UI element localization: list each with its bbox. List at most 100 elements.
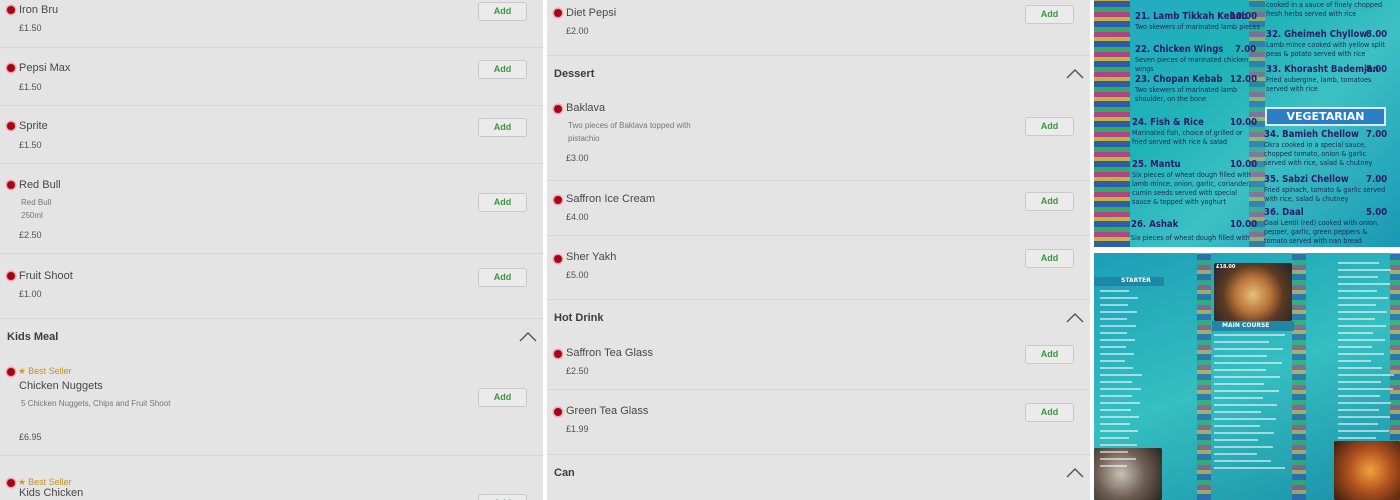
- decorative-border: [1292, 253, 1306, 500]
- chevron-up-icon[interactable]: [1066, 467, 1084, 479]
- menu-item: Sprite £1.50 Add: [0, 106, 543, 164]
- menu-entry-price: 7.00: [1366, 174, 1388, 185]
- add-button[interactable]: Add: [1025, 403, 1074, 422]
- item-price: £6.95: [19, 432, 42, 442]
- menu-text-line: [1100, 367, 1134, 369]
- menu-text-line: [1100, 290, 1130, 292]
- section-title: Dessert: [554, 68, 595, 80]
- menu-text-line: [1214, 453, 1257, 455]
- menu-text-line: [1100, 444, 1138, 446]
- item-name: Pepsi Max: [19, 62, 71, 74]
- item-price: £3.00: [566, 153, 589, 163]
- menu-text-line: [1214, 439, 1259, 441]
- menu-entry-title: 34. Bamieh Chellow: [1264, 129, 1359, 140]
- section-header-kids-meal[interactable]: Kids Meal: [0, 319, 543, 355]
- chevron-up-icon[interactable]: [1066, 68, 1084, 80]
- menu-text-line: [1100, 318, 1128, 320]
- add-button[interactable]: Add: [478, 494, 527, 500]
- menu-text-line: [1338, 395, 1380, 397]
- menu-entry-desc: Lamb mince cooked with yellow split peas…: [1266, 40, 1385, 58]
- menu-text-line: [1214, 369, 1266, 371]
- add-button[interactable]: Add: [1025, 117, 1074, 136]
- item-name: Iron Bru: [19, 4, 59, 16]
- menu-text-line: [1338, 297, 1389, 299]
- menu-item: Diet Pepsi £2.00 Add: [547, 0, 1090, 56]
- menu-text-line: [1338, 318, 1375, 320]
- menu-entry-title: 35. Sabzi Chellow: [1264, 174, 1349, 185]
- add-button[interactable]: Add: [478, 268, 527, 287]
- menu-entry-title: 22. Chicken Wings: [1135, 44, 1224, 55]
- menu-entry-title: 32. Gheimeh Chyllow: [1266, 29, 1368, 40]
- menu-text-line: [1214, 355, 1268, 357]
- section-header-can[interactable]: Can: [547, 455, 1090, 491]
- item-price: £1.99: [566, 424, 589, 434]
- menu-text-line: [1100, 402, 1141, 404]
- menu-text-line: [1100, 430, 1139, 432]
- menu-text-line: [1214, 460, 1271, 462]
- add-button[interactable]: Add: [478, 60, 527, 79]
- menu-text-line: [1100, 332, 1127, 334]
- menu-entry-price: 10.00: [1230, 219, 1258, 230]
- item-name: Diet Pepsi: [566, 7, 617, 19]
- menu-desc: cooked in a sauce of finely chopped fres…: [1266, 0, 1383, 18]
- add-button[interactable]: Add: [478, 2, 527, 21]
- menu-entry-desc: Daal Lentil (red) cooked with onion, pep…: [1264, 218, 1379, 245]
- menu-entry-title: 24. Fish & Rice: [1132, 117, 1204, 128]
- item-name: Saffron Ice Cream: [566, 193, 656, 205]
- add-button[interactable]: Add: [478, 193, 527, 212]
- dish-photo: [1094, 448, 1162, 500]
- menu-entry-title: 23. Chopan Kebab: [1135, 74, 1223, 85]
- menu-text-line: [1214, 383, 1265, 385]
- item-price: £4.00: [566, 212, 589, 222]
- menu-entry-price: 5.00: [1366, 207, 1388, 218]
- menu-item: Fruit Shoot £1.00 Add: [0, 254, 543, 319]
- menu-text-line: [1100, 346, 1126, 348]
- menu-text-line: [1338, 437, 1377, 439]
- chevron-up-icon[interactable]: [1066, 312, 1084, 324]
- menu-text-line: [1100, 297, 1138, 299]
- menu-entry-price: 7.00: [1366, 129, 1388, 140]
- menu-entry-desc: Marinated fish, choice of grilled or fri…: [1132, 128, 1243, 146]
- menu-entry-desc: Okra cooked in a special sauce, chopped …: [1264, 140, 1373, 167]
- menu-text-line: [1214, 425, 1260, 427]
- menu-text-line: [1100, 325, 1136, 327]
- menu-text-line: [1100, 409, 1131, 411]
- menu-column-1: Iron Bru £1.50 Add Pepsi Max £1.50 Add S…: [0, 0, 543, 500]
- item-name: Fruit Shoot: [19, 270, 73, 282]
- item-price: £2.50: [566, 366, 589, 376]
- menu-text-line: [1100, 360, 1125, 362]
- price-tag-label: £18.00: [1216, 264, 1236, 270]
- menu-text-line: [1100, 451, 1128, 453]
- starter-label: STARTER: [1121, 277, 1151, 284]
- menu-text-line: [1338, 276, 1379, 278]
- item-indicator-icon: [7, 122, 15, 130]
- add-button[interactable]: Add: [478, 388, 527, 407]
- menu-entry-desc: Six pieces of wheat dough filled with: [1131, 233, 1250, 242]
- item-indicator-icon: [7, 6, 15, 14]
- section-title: Hot Drink: [554, 312, 604, 324]
- menu-entry-price: 8.00: [1366, 64, 1388, 75]
- item-indicator-icon: [7, 181, 15, 189]
- menu-text-line: [1214, 467, 1286, 469]
- menu-text-line: [1214, 446, 1273, 448]
- chevron-up-icon[interactable]: [519, 331, 537, 343]
- menu-text-line: [1100, 374, 1142, 376]
- menu-text-line: [1338, 360, 1371, 362]
- menu-text-line: [1100, 465, 1127, 467]
- menu-item: Pepsi Max £1.50 Add: [0, 48, 543, 106]
- menu-item: Iron Bru £1.50 Add: [0, 0, 543, 48]
- menu-text-line: [1214, 432, 1275, 434]
- section-header-dessert[interactable]: Dessert: [547, 56, 1090, 92]
- menu-entry-price: 8.00: [1366, 29, 1388, 40]
- item-name: Red Bull: [19, 179, 61, 191]
- add-button[interactable]: Add: [1025, 192, 1074, 211]
- add-button[interactable]: Add: [478, 118, 527, 137]
- menu-text-line: [1338, 409, 1379, 411]
- menu-item: Saffron Tea Glass £2.50 Add: [547, 336, 1090, 390]
- item-price: £1.50: [19, 82, 42, 92]
- add-button[interactable]: Add: [1025, 5, 1074, 24]
- add-button[interactable]: Add: [1025, 249, 1074, 268]
- add-button[interactable]: Add: [1025, 345, 1074, 364]
- menu-entry-price: 12.00: [1230, 74, 1258, 85]
- section-header-hot-drink[interactable]: Hot Drink: [547, 300, 1090, 336]
